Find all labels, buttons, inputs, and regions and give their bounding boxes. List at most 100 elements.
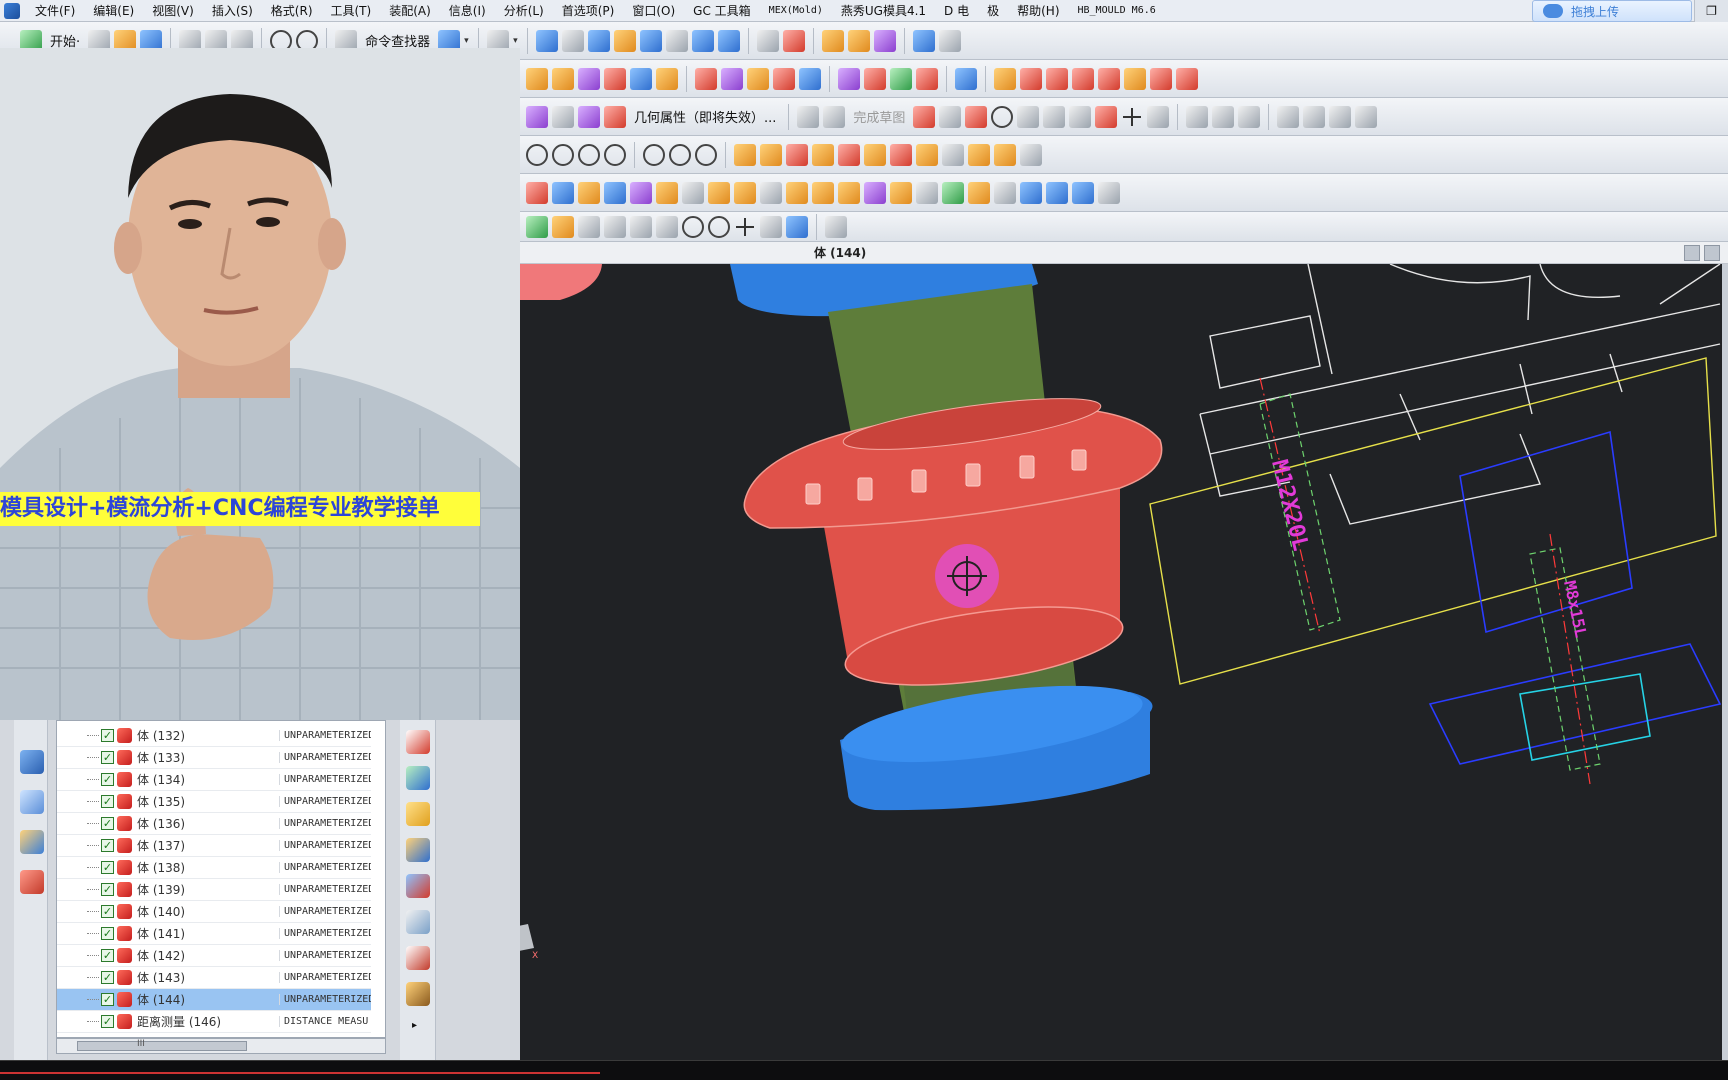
quick-extend-icon[interactable] — [1212, 105, 1235, 128]
shell-icon[interactable] — [838, 181, 860, 204]
tree-row[interactable]: ✓ 体 (142) UNPARAMETERIZED — [57, 945, 371, 967]
snap-intersection-icon[interactable] — [630, 215, 652, 238]
mold-assembly-icon[interactable] — [406, 766, 430, 790]
geometry-properties-button[interactable]: 几何属性（即将失效）... — [630, 107, 780, 126]
ejector-pin-icon[interactable] — [786, 143, 808, 166]
menu-assembly[interactable]: 装配(A) — [380, 0, 440, 21]
face-analysis-icon[interactable] — [890, 67, 912, 90]
tree-row[interactable]: ✓ 体 (143) UNPARAMETERIZED — [57, 967, 371, 989]
arc-center-icon[interactable] — [526, 143, 548, 166]
mirror-curve-icon[interactable] — [1303, 105, 1326, 128]
visibility-checkbox[interactable]: ✓ — [101, 839, 114, 852]
arc-icon[interactable] — [965, 105, 988, 128]
ruled-icon[interactable] — [864, 67, 886, 90]
menu-gc-toolbox[interactable]: GC 工具箱 — [684, 0, 760, 21]
tree-row[interactable]: ✓ 体 (134) UNPARAMETERIZED — [57, 769, 371, 791]
block-icon[interactable] — [552, 181, 574, 204]
trim-mold-icon[interactable] — [968, 143, 990, 166]
layer-icon[interactable] — [614, 29, 637, 52]
sew-icon[interactable] — [773, 67, 795, 90]
fillet-icon[interactable] — [1017, 105, 1040, 128]
point-on-curve-icon[interactable] — [552, 143, 574, 166]
snap-midpoint-icon[interactable] — [578, 215, 600, 238]
menu-edit[interactable]: 编辑(E) — [84, 0, 143, 21]
snap-quadrant-icon[interactable] — [708, 215, 730, 238]
concentric-icon[interactable] — [604, 143, 626, 166]
tree-row[interactable]: ✓ 体 (132) UNPARAMETERIZED — [57, 725, 371, 747]
join-curve-icon[interactable] — [1072, 67, 1094, 90]
snap-existing-point-icon[interactable] — [734, 216, 756, 238]
slider-icon[interactable] — [812, 143, 834, 166]
mold-base-icon[interactable] — [734, 143, 756, 166]
analysis-icon[interactable] — [848, 29, 871, 52]
display-constraints-icon[interactable] — [1355, 105, 1378, 128]
datum-icon[interactable] — [526, 181, 548, 204]
circle-icon[interactable] — [991, 105, 1014, 128]
rectangle-icon[interactable] — [1069, 105, 1092, 128]
delete-face-icon[interactable] — [955, 67, 977, 90]
mold-cooling-icon[interactable] — [406, 730, 430, 754]
hole-icon[interactable] — [656, 181, 678, 204]
fit-view-icon[interactable] — [536, 29, 559, 52]
navigator-horizontal-scrollbar[interactable]: III — [56, 1038, 386, 1054]
center-point-icon[interactable] — [643, 143, 665, 166]
visibility-checkbox[interactable]: ✓ — [101, 729, 114, 742]
split-body-icon[interactable] — [721, 67, 743, 90]
extract-icon[interactable] — [799, 67, 821, 90]
chevron-down-icon[interactable]: ▾ — [513, 36, 519, 46]
tree-row[interactable]: ✓ 体 (136) UNPARAMETERIZED — [57, 813, 371, 835]
tree-row[interactable]: ✓ 距离测量 (146) DISTANCE MEASU — [57, 1011, 371, 1033]
shaded-cube-icon[interactable] — [588, 29, 611, 52]
snap-on-curve-icon[interactable] — [760, 215, 782, 238]
pocket-icon[interactable] — [994, 143, 1016, 166]
wcs-icon[interactable] — [692, 29, 715, 52]
visibility-checkbox[interactable]: ✓ — [101, 905, 114, 918]
offset-face-icon[interactable] — [1072, 181, 1094, 204]
resbar-more-icon[interactable]: ▸ — [412, 1020, 417, 1031]
standard-part-icon[interactable] — [760, 143, 782, 166]
viewport-maximize-button[interactable] — [1704, 245, 1720, 261]
history-tab-icon[interactable] — [20, 870, 44, 894]
visibility-checkbox[interactable]: ✓ — [101, 993, 114, 1006]
cooling-icon[interactable] — [864, 143, 886, 166]
draft-analysis-icon[interactable] — [916, 67, 938, 90]
menu-format[interactable]: 格式(R) — [262, 0, 322, 21]
cylinder-icon[interactable] — [578, 181, 600, 204]
orient-view-icon[interactable] — [640, 29, 663, 52]
section-icon[interactable] — [552, 105, 574, 128]
drag-upload-button[interactable]: 拖拽上传 — [1532, 0, 1692, 22]
intersect-curve-icon[interactable] — [1150, 67, 1172, 90]
subtract-icon[interactable] — [1020, 181, 1042, 204]
offset-surface-icon[interactable] — [656, 67, 678, 90]
snap-endpoint-icon[interactable] — [552, 215, 574, 238]
background-icon[interactable] — [666, 29, 689, 52]
groove-icon[interactable] — [734, 181, 756, 204]
visibility-checkbox[interactable]: ✓ — [101, 971, 114, 984]
snap-on-face-icon[interactable] — [786, 215, 808, 238]
chamfer-icon[interactable] — [1043, 105, 1066, 128]
visibility-checkbox[interactable]: ✓ — [101, 883, 114, 896]
menu-hb-mould[interactable]: HB_MOULD M6.6 — [1069, 0, 1165, 21]
menu-mex-mold[interactable]: MEX(Mold) — [760, 0, 832, 21]
snap-arc-center-icon[interactable] — [682, 215, 704, 238]
revolve-icon[interactable] — [552, 67, 574, 90]
bounded-plane-icon[interactable] — [838, 67, 860, 90]
isoparametric-icon[interactable] — [1176, 67, 1198, 90]
boss-icon[interactable] — [682, 181, 704, 204]
tree-row[interactable]: ✓ 体 (133) UNPARAMETERIZED — [57, 747, 371, 769]
table-icon[interactable] — [757, 29, 780, 52]
sketch-icon[interactable] — [783, 29, 806, 52]
viewport-restore-button[interactable] — [1684, 245, 1700, 261]
scale-body-icon[interactable] — [890, 181, 912, 204]
visibility-checkbox[interactable]: ✓ — [101, 795, 114, 808]
pattern-icon[interactable] — [942, 181, 964, 204]
snap-enable-icon[interactable] — [526, 215, 548, 238]
curve-offset-icon[interactable] — [994, 67, 1016, 90]
runner-icon[interactable] — [916, 143, 938, 166]
visibility-checkbox[interactable]: ✓ — [101, 861, 114, 874]
pad-icon[interactable] — [708, 181, 730, 204]
profile-icon[interactable] — [913, 105, 936, 128]
menu-insert[interactable]: 插入(S) — [203, 0, 262, 21]
move-component-icon[interactable] — [874, 29, 897, 52]
mold-drawing-icon[interactable] — [406, 910, 430, 934]
